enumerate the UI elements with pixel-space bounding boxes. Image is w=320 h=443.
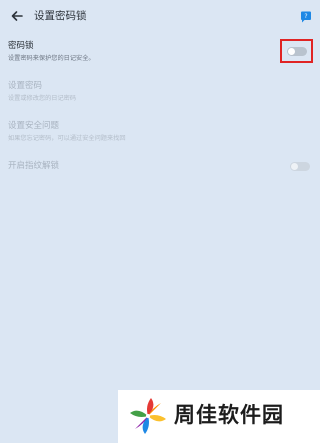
toggle-knob	[291, 163, 298, 170]
setting-set-password-desc: 设置或修改您的日记密码	[8, 95, 77, 102]
highlight-box	[280, 39, 313, 63]
setting-set-password[interactable]: 设置密码 设置或修改您的日记密码	[8, 81, 312, 103]
page-title: 设置密码锁	[34, 10, 87, 22]
watermark-text: 周佳软件园	[174, 403, 284, 427]
setting-password-lock-title: 密码锁	[8, 41, 34, 51]
setting-fingerprint-unlock[interactable]: 开启指纹解锁	[8, 161, 312, 172]
help-chat-icon[interactable]: ?	[300, 11, 312, 23]
setting-security-question-desc: 如果您忘记密码，可以通过安全问题来找回	[8, 135, 126, 142]
setting-security-question[interactable]: 设置安全问题 如果您忘记密码，可以通过安全问题来找回	[8, 121, 312, 143]
fingerprint-unlock-toggle[interactable]	[290, 162, 310, 171]
setting-password-lock[interactable]: 密码锁 设置密码来保护您的日记安全。	[8, 41, 312, 63]
app-header: 设置密码锁 ?	[0, 0, 320, 32]
pinwheel-logo-icon	[130, 398, 166, 434]
setting-fingerprint-unlock-title: 开启指纹解锁	[8, 161, 60, 171]
watermark: 周佳软件园	[118, 390, 320, 443]
setting-set-password-title: 设置密码	[8, 81, 43, 91]
setting-password-lock-desc: 设置密码来保护您的日记安全。	[8, 55, 95, 62]
svg-text:?: ?	[304, 13, 307, 20]
setting-security-question-title: 设置安全问题	[8, 121, 60, 131]
arrow-left-icon[interactable]	[9, 8, 25, 24]
